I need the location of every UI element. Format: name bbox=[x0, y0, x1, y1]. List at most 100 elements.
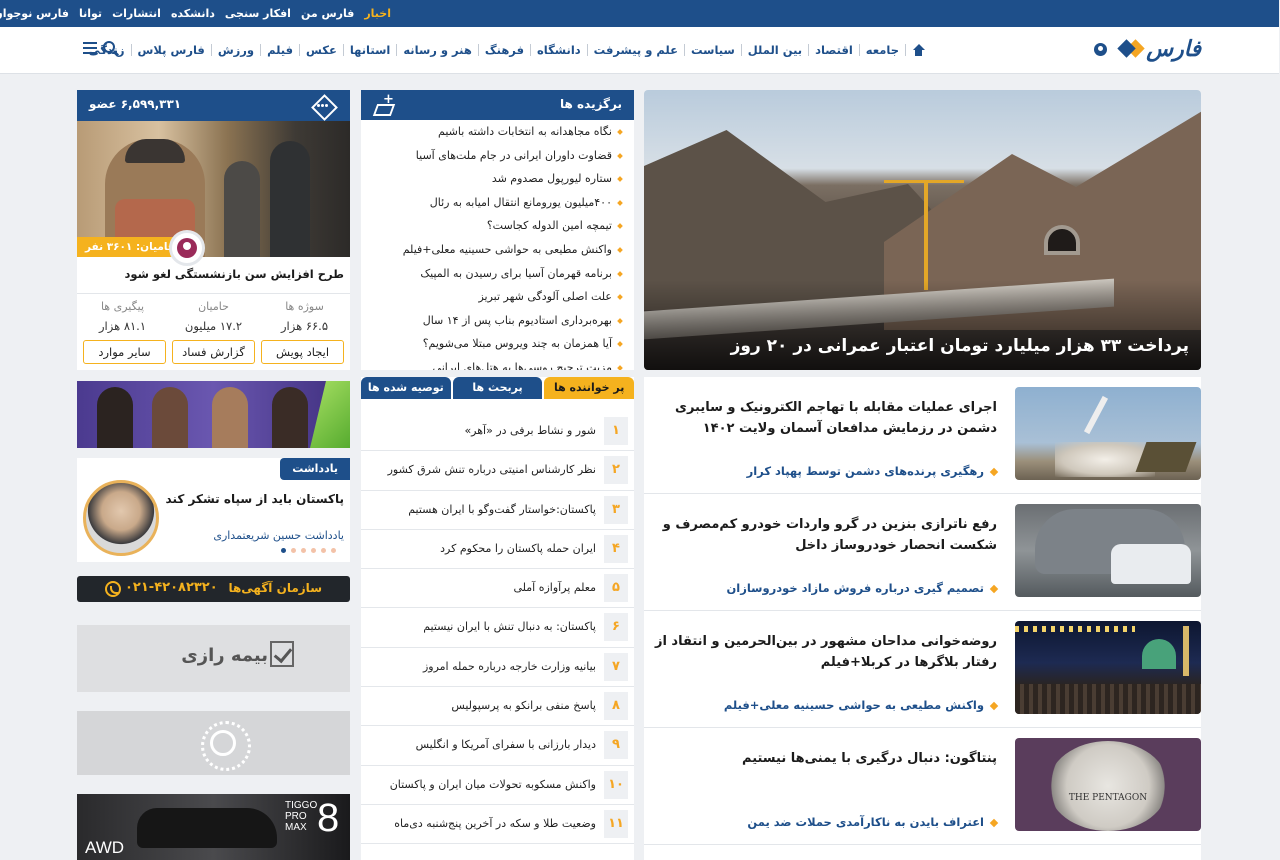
picked-item[interactable]: برنامه قهرمان آسیا برای رسیدن به المپیک bbox=[362, 262, 627, 286]
picked-item[interactable]: مزیت ترجیح روسی‌ها به هتل‌های ایرانی bbox=[362, 356, 627, 370]
top-link-academy[interactable]: دانشکده bbox=[172, 7, 216, 20]
campaign-header: ۶,۵۹۹,۳۳۱ عضو bbox=[78, 90, 351, 121]
list-item[interactable]: ۱۱ وضعیت طلا و سکه در آخرین پنج‌شنبه دی‌م… bbox=[362, 805, 635, 845]
top-link-polls[interactable]: افکار سنجی bbox=[226, 7, 292, 20]
list-item[interactable]: ۵ معلم پرآوازه آملی bbox=[362, 569, 635, 609]
news-item[interactable]: THE PENTAGON پنتاگون: دنبال درگیری با یم… bbox=[645, 728, 1202, 845]
news-title[interactable]: رفع ناترازی بنزین در گرو واردات خودرو کم… bbox=[653, 514, 998, 556]
news-thumb[interactable] bbox=[1016, 387, 1202, 480]
news-item[interactable]: رفع ناترازی بنزین در گرو واردات خودرو کم… bbox=[645, 494, 1202, 611]
list-item[interactable]: ۹ دیدار بارزانی با سفرای آمریکا و انگلیس bbox=[362, 726, 635, 766]
tab-recommended[interactable]: توصیه شده ها bbox=[362, 377, 452, 399]
tab-most-read[interactable]: پر خواننده ها bbox=[545, 377, 635, 399]
rank-text[interactable]: بیانیه وزارت خارجه درباره حمله امروز bbox=[424, 660, 597, 673]
nav-item-society[interactable]: جامعه bbox=[867, 43, 900, 57]
hero-story[interactable]: پرداخت ۳۳ هزار میلیارد تومان اعتبار عمرا… bbox=[645, 90, 1202, 370]
hero-title[interactable]: پرداخت ۳۳ هزار میلیارد تومان اعتبار عمرا… bbox=[732, 336, 1190, 356]
insurance-ad[interactable]: بیمه رازی bbox=[78, 625, 351, 692]
list-item[interactable]: ۴ ایران حمله پاکستان را محکوم کرد bbox=[362, 530, 635, 570]
carousel-dots[interactable] bbox=[282, 548, 337, 553]
avatar[interactable] bbox=[170, 230, 206, 266]
top-links: اخبار فارس من افکار سنجی دانشکده انتشارا… bbox=[0, 0, 392, 27]
top-link-fars-teen[interactable]: فارس نوجوان bbox=[0, 7, 70, 20]
rank-text[interactable]: واکنش مسکوبه تحولات میان ایران و پاکستان bbox=[391, 778, 597, 791]
rank-text[interactable]: ایران حمله پاکستان را محکوم کرد bbox=[441, 542, 597, 555]
top-link-tavana[interactable]: توانا bbox=[80, 7, 103, 20]
news-related-link[interactable]: تصمیم گیری درباره فروش مازاد خودروسازان bbox=[727, 581, 998, 595]
nav-item-politics[interactable]: سیاست bbox=[692, 43, 736, 57]
rank-number: ۸ bbox=[605, 692, 629, 721]
picked-item[interactable]: نگاه مجاهدانه به انتخابات داشته باشیم bbox=[362, 120, 627, 144]
news-title[interactable]: اجرای عملیات مقابله با تهاجم الکترونیک و… bbox=[653, 397, 998, 439]
list-item[interactable]: ۱۰ واکنش مسکوبه تحولات میان ایران و پاکست… bbox=[362, 766, 635, 805]
home-icon[interactable] bbox=[913, 44, 926, 56]
list-item[interactable]: ۳ پاکستان:خواستار گفت‌وگو با ایران هستیم bbox=[362, 491, 635, 530]
picked-item[interactable]: تیمچه امین الدوله کجاست؟ bbox=[362, 214, 627, 238]
nav-item-science[interactable]: علم و پیشرفت bbox=[595, 43, 679, 57]
sports-banner[interactable] bbox=[78, 381, 351, 448]
list-item[interactable]: ۱ شور و نشاط برفی در «آهر» bbox=[362, 412, 635, 452]
rank-text[interactable]: معلم پرآوازه آملی bbox=[514, 581, 597, 594]
tab-most-discussed[interactable]: پربحث ها bbox=[453, 377, 544, 399]
list-item[interactable]: ۸ پاسخ منفی برانکو به پرسپولیس bbox=[362, 687, 635, 727]
nav-item-economy[interactable]: اقتصاد bbox=[816, 43, 854, 57]
picked-item[interactable]: ستاره لیورپول مصدوم شد bbox=[362, 167, 627, 191]
ads-organization-bar[interactable]: سازمان آگهی‌ها ۰۲۱-۴۲۰۸۲۳۲۰ bbox=[78, 576, 351, 602]
news-related-link[interactable]: واکنش مطیعی به حواشی حسینیه معلی+فیلم bbox=[725, 698, 998, 712]
news-related-link[interactable]: رهگیری پرنده‌های دشمن توسط پهپاد کرار bbox=[748, 464, 998, 478]
editorial-author[interactable]: یادداشت حسین شریعتمداری bbox=[214, 529, 345, 542]
nav-item-sport[interactable]: ورزش bbox=[219, 43, 255, 57]
nav-item-university[interactable]: دانشگاه bbox=[538, 43, 582, 57]
other-items-button[interactable]: سایر موارد bbox=[84, 340, 167, 364]
nav-item-film[interactable]: فیلم bbox=[268, 43, 294, 57]
list-item[interactable]: ۷ بیانیه وزارت خارجه درباره حمله امروز bbox=[362, 648, 635, 688]
editorial-card[interactable]: یادداشت پاکستان باید از سپاه تشکر کند یا… bbox=[78, 458, 351, 562]
picked-item[interactable]: ۴۰۰میلیون یورومانع انتقال امیابه به رئال bbox=[362, 191, 627, 215]
picked-item[interactable]: آیا همزمان به چند ویروس مبتلا می‌شویم؟ bbox=[362, 332, 627, 356]
search-icon[interactable] bbox=[104, 41, 116, 53]
menu-icon[interactable] bbox=[84, 42, 98, 54]
news-title[interactable]: روضه‌خوانی مداحان مشهور در بین‌الحرمین و… bbox=[653, 631, 998, 673]
rank-text[interactable]: نظر کارشناس امنیتی درباره تنش شرق کشور bbox=[389, 463, 597, 476]
picked-item[interactable]: واکنش مطیعی به حواشی حسینیه معلی+فیلم bbox=[362, 238, 627, 262]
sun-ad[interactable] bbox=[78, 711, 351, 775]
news-thumb[interactable] bbox=[1016, 621, 1202, 714]
top-link-publications[interactable]: انتشارات bbox=[113, 7, 162, 20]
list-item[interactable]: ۲ نظر کارشناس امنیتی درباره تنش شرق کشور bbox=[362, 451, 635, 491]
top-link-news[interactable]: اخبار bbox=[365, 7, 392, 20]
news-title[interactable]: پنتاگون: دنبال درگیری با یمنی‌ها نیستیم bbox=[653, 748, 998, 769]
news-item[interactable]: اجرای عملیات مقابله با تهاجم الکترونیک و… bbox=[645, 377, 1202, 494]
nav-item-provinces[interactable]: استانها bbox=[351, 43, 392, 57]
nav-item-fars-plus[interactable]: فارس پلاس bbox=[139, 43, 206, 57]
nav-item-international[interactable]: بین الملل bbox=[749, 43, 803, 57]
rank-text[interactable]: شور و نشاط برفی در «آهر» bbox=[465, 424, 597, 437]
supporters-badge: حامیان: ۳۶۰۱ نفر bbox=[78, 237, 185, 257]
list-item[interactable]: ۶ پاکستان: به دنبال تنش با ایران نیستیم bbox=[362, 608, 635, 648]
rank-text[interactable]: وضعیت طلا و سکه در آخرین پنج‌شنبه دی‌ماه bbox=[395, 817, 597, 830]
car-ad[interactable]: AWD TIGGO PRO MAX 8 bbox=[78, 794, 351, 860]
rank-text[interactable]: پاکستان: به دنبال تنش با ایران نیستیم bbox=[424, 620, 597, 633]
site-logo[interactable]: فارس bbox=[1118, 36, 1202, 62]
campaign-title[interactable]: طرح افزایش سن بازنشستگی لغو شود bbox=[125, 267, 345, 281]
news-thumb[interactable]: THE PENTAGON bbox=[1016, 738, 1202, 831]
picked-item[interactable]: بهره‌برداری استادیوم بناب پس از ۱۴ سال bbox=[362, 309, 627, 333]
create-campaign-button[interactable]: ایجاد پویش bbox=[262, 340, 345, 364]
ads-org-phone[interactable]: ۰۲۱-۴۲۰۸۲۳۲۰ bbox=[126, 580, 219, 595]
nav-item-photo[interactable]: عکس bbox=[307, 43, 338, 57]
top-link-fars-man[interactable]: فارس من bbox=[302, 7, 355, 20]
editorial-title[interactable]: پاکستان باید از سپاه تشکر کند bbox=[167, 492, 345, 506]
news-item[interactable]: روضه‌خوانی مداحان مشهور در بین‌الحرمین و… bbox=[645, 611, 1202, 728]
rank-text[interactable]: پاسخ منفی برانکو به پرسپولیس bbox=[452, 699, 597, 712]
report-corruption-button[interactable]: گزارش فساد bbox=[173, 340, 256, 364]
chat-diamond-icon bbox=[313, 96, 337, 116]
user-icon[interactable] bbox=[1095, 43, 1108, 56]
news-thumb[interactable] bbox=[1016, 504, 1202, 597]
news-related-link[interactable]: اعتراف بایدن به ناکارآمدی حملات ضد یمن bbox=[748, 815, 998, 829]
nav-item-art-media[interactable]: هنر و رسانه bbox=[404, 43, 473, 57]
rank-text[interactable]: پاکستان:خواستار گفت‌وگو با ایران هستیم bbox=[409, 503, 597, 516]
picked-item[interactable]: علت اصلی آلودگی شهر تبریز bbox=[362, 285, 627, 309]
picked-item[interactable]: قضاوت داوران ایرانی در جام ملت‌های آسیا bbox=[362, 144, 627, 168]
rank-text[interactable]: دیدار بارزانی با سفرای آمریکا و انگلیس bbox=[417, 738, 597, 751]
nav-item-culture[interactable]: فرهنگ bbox=[486, 43, 525, 57]
rank-number: ۲ bbox=[605, 456, 629, 485]
